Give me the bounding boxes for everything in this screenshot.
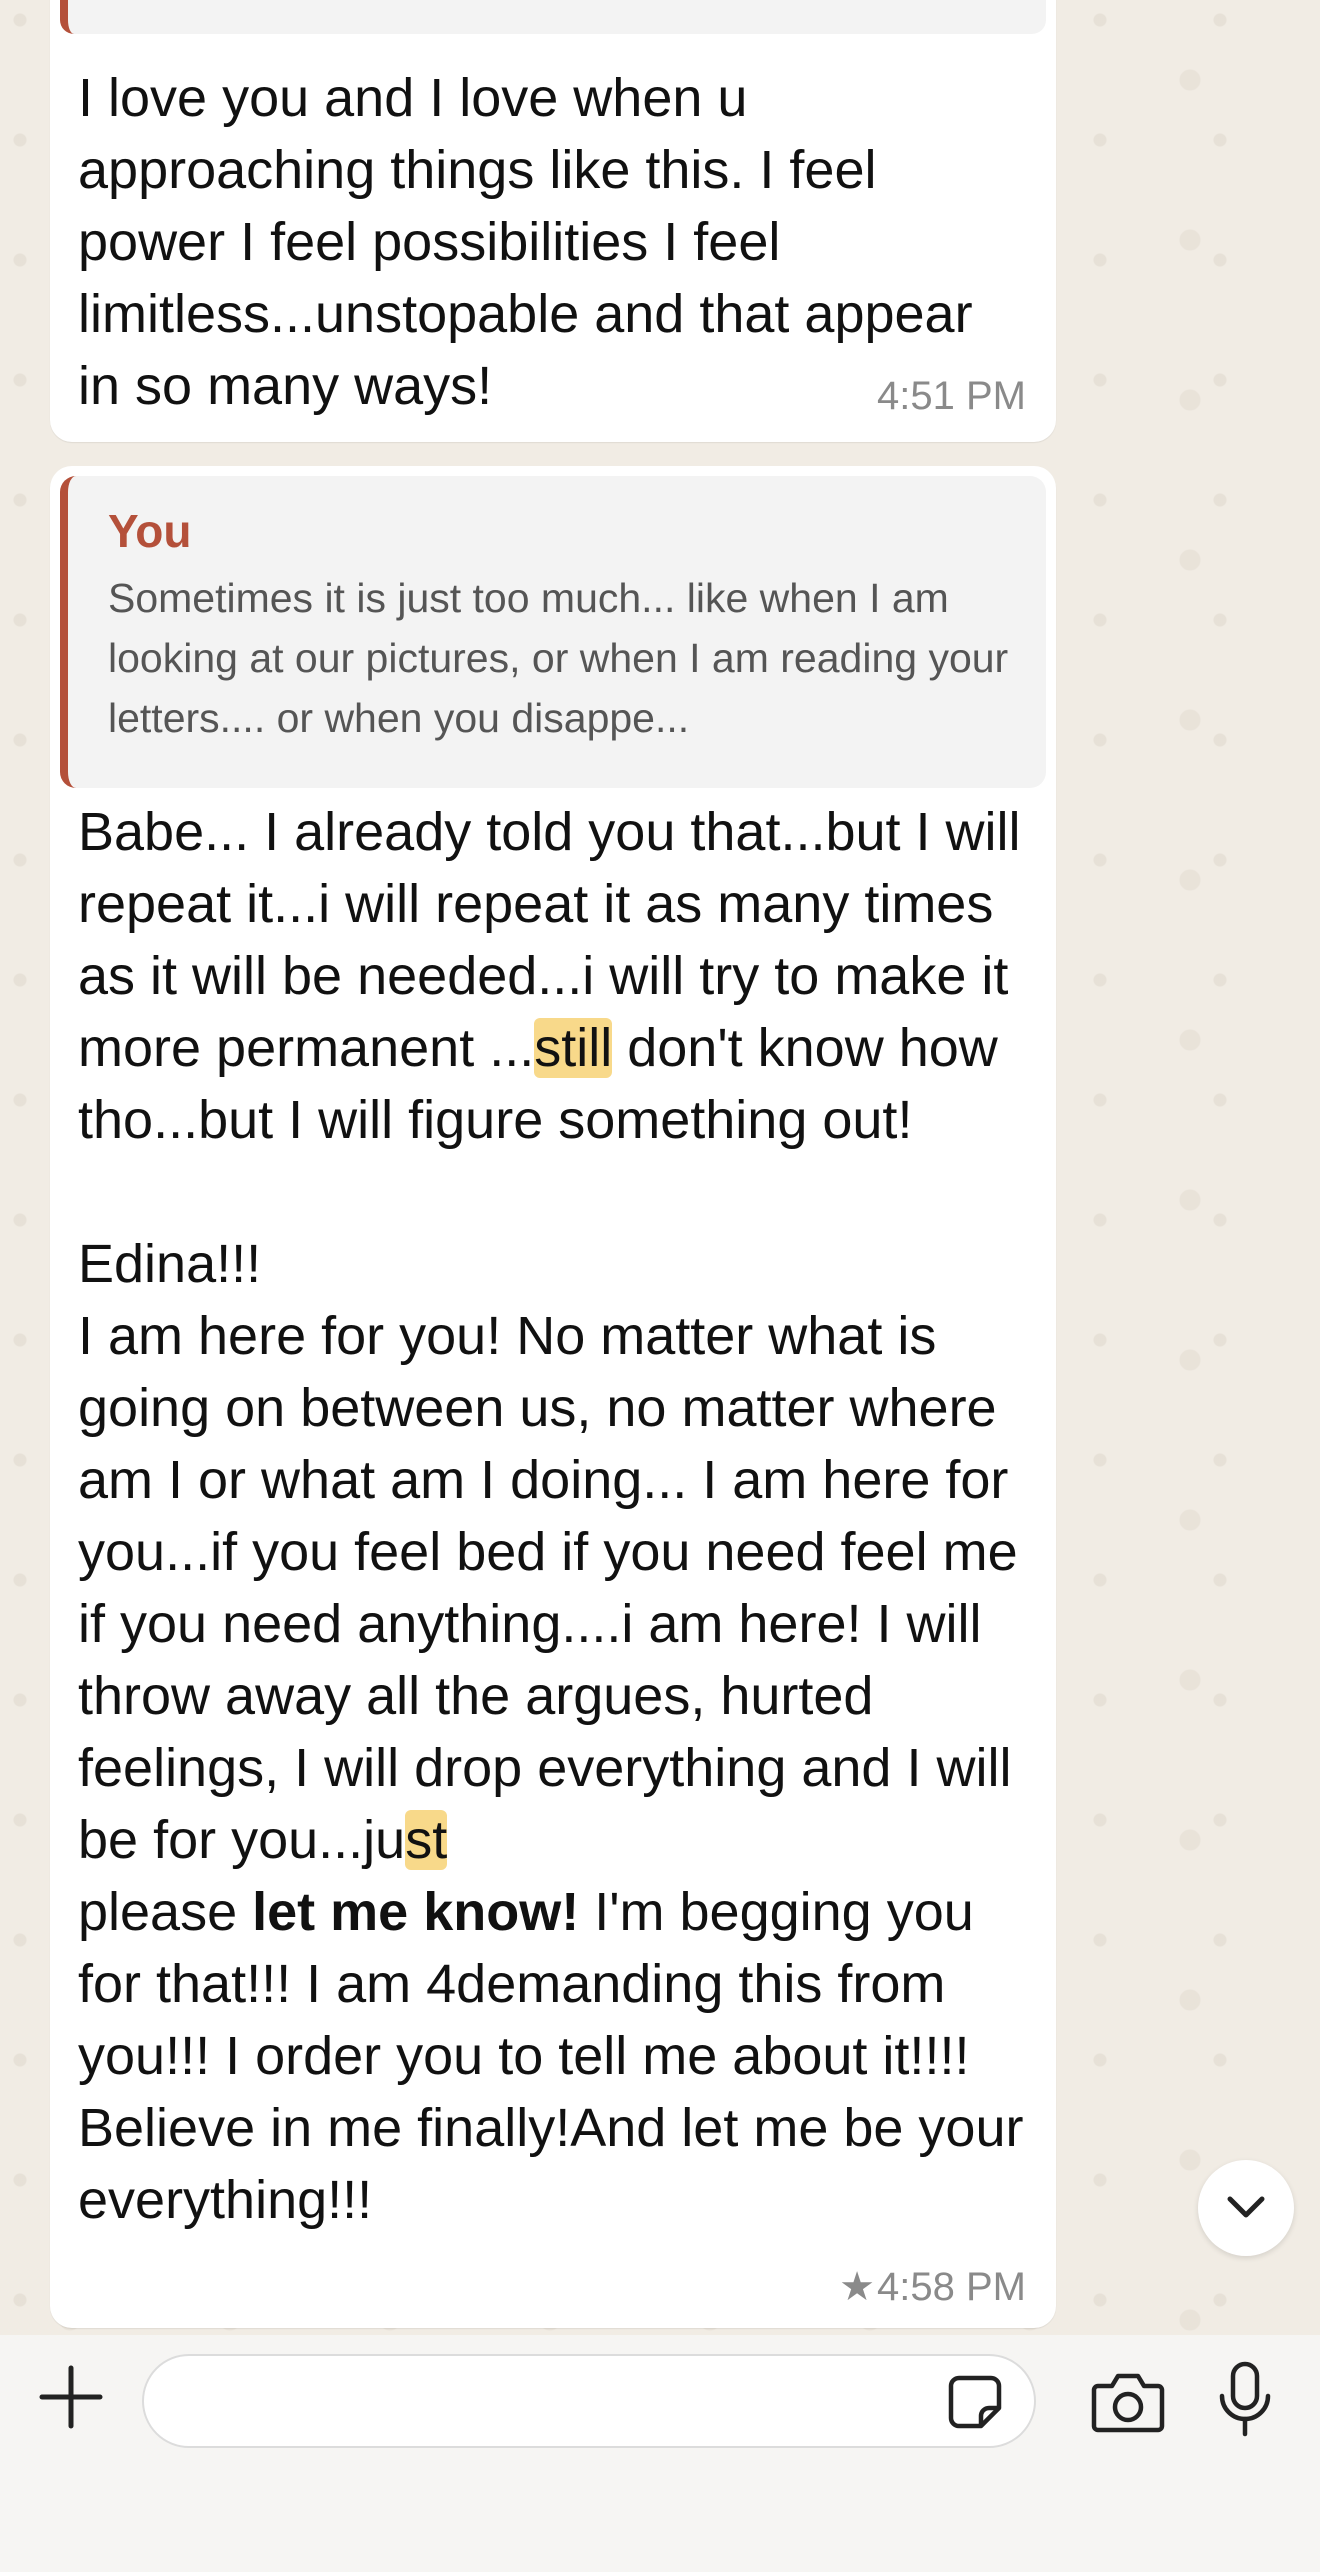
quoted-message-partial[interactable] (60, 0, 1046, 34)
message-bubble[interactable]: You Sometimes it is just too much... lik… (50, 466, 1056, 2328)
sticker-icon (948, 2375, 1002, 2429)
quote-author: You (108, 505, 192, 557)
message-text-part: don't know how tho...but I will figure s… (78, 1018, 1018, 1870)
scroll-to-bottom-button[interactable] (1198, 2160, 1294, 2256)
message-text-bold: let me know! (252, 1882, 580, 1942)
message-timestamp: 4:51 PM (877, 374, 1026, 418)
message-text: I love you and I love when u approaching… (78, 68, 988, 416)
chat-area[interactable]: I love you and I love when u approaching… (0, 0, 1320, 2335)
message-text: Babe... I already told you that...but I … (78, 796, 1028, 2236)
camera-button[interactable] (1090, 2364, 1166, 2440)
quoted-message[interactable]: You Sometimes it is just too much... lik… (60, 476, 1046, 788)
message-timestamp: 4:58 PM (877, 2265, 1026, 2309)
microphone-button[interactable] (1214, 2360, 1276, 2440)
search-highlight: st (405, 1810, 448, 1870)
camera-icon (1091, 2373, 1165, 2433)
message-input[interactable] (142, 2354, 1036, 2448)
message-text-part: please (78, 1882, 238, 1942)
message-bubble[interactable]: I love you and I love when u approaching… (50, 0, 1056, 442)
plus-icon (39, 2365, 103, 2429)
quote-text: Sometimes it is just too much... like wh… (108, 575, 1009, 741)
sticker-button[interactable] (945, 2372, 1005, 2432)
microphone-icon (1219, 2361, 1271, 2437)
chevron-down-icon (1227, 2196, 1265, 2218)
message-meta: ★4:58 PM (839, 2264, 1026, 2310)
attach-button[interactable] (36, 2362, 106, 2432)
search-highlight: still (534, 1018, 613, 1078)
star-icon: ★ (839, 2265, 876, 2309)
